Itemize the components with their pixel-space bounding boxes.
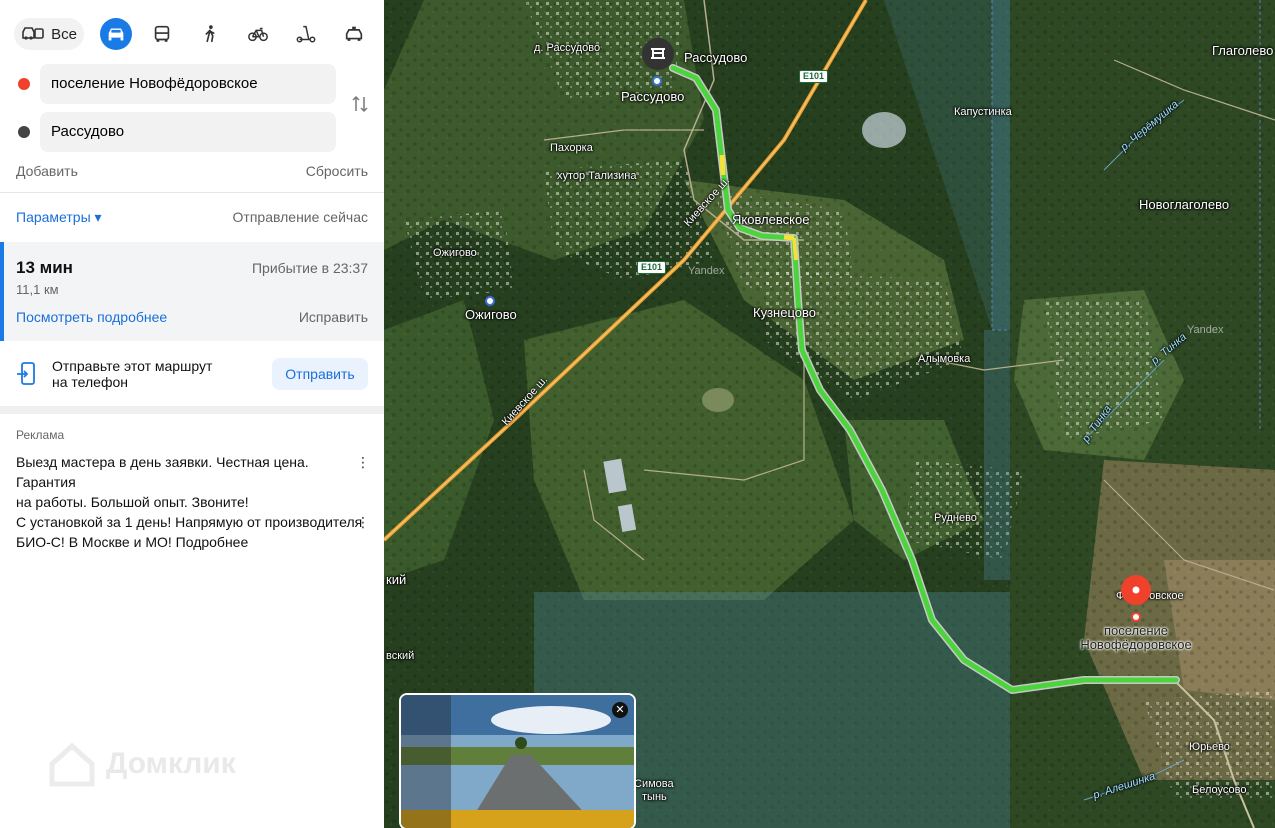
ad-line: Выезд мастера в день заявки. Честная цен…	[16, 454, 309, 490]
map-label: Кузнецово	[753, 305, 816, 320]
map-label: Пахорка	[550, 142, 593, 154]
station-icon[interactable]	[485, 296, 495, 306]
station-icon[interactable]	[652, 76, 662, 86]
bicycle-icon	[248, 27, 268, 42]
to-field[interactable]: Рассудово	[40, 112, 336, 152]
divider	[0, 192, 384, 193]
send-route-line2: на телефон	[52, 374, 128, 390]
start-point-dot	[18, 78, 30, 90]
map-label: Ожигово	[433, 247, 477, 259]
map-label: Капустинка	[954, 106, 1012, 118]
road-shield: E101	[799, 70, 829, 83]
map-label: Руднево	[934, 512, 977, 524]
pedestrian-icon	[205, 25, 215, 43]
send-route-line1: Отправьте этот маршрут	[52, 358, 213, 374]
parameters-dropdown[interactable]: Параметры ▾	[16, 209, 102, 225]
ad-line: БИО-С! В Москве и МО! Подробнее	[16, 534, 249, 550]
watermark-text: Домклик	[106, 747, 236, 780]
ad-label: Реклама	[16, 428, 65, 442]
swap-icon[interactable]	[350, 94, 370, 114]
car-bus-icon	[22, 27, 44, 40]
mode-taxi-button[interactable]	[338, 18, 370, 50]
ad-line: на работы. Большой опыт. Звоните!	[16, 494, 249, 510]
map-label: Белоусово	[1192, 784, 1247, 796]
map-label: Новоглаголево	[1139, 197, 1230, 212]
map-label: вский	[386, 650, 415, 662]
ad-menu-icon[interactable]: ⋮	[356, 514, 370, 531]
domclick-watermark: Домклик	[48, 740, 236, 788]
reset-link[interactable]: Сбросить	[306, 163, 368, 179]
send-route-button[interactable]: Отправить	[272, 358, 368, 390]
route-details-link[interactable]: Посмотреть подробнее	[16, 309, 167, 325]
map-label: Алымовка	[918, 353, 971, 365]
from-field[interactable]: поселение Новофёдоровское	[40, 64, 336, 104]
mode-all-button[interactable]: Все	[14, 18, 84, 50]
route-panel: Все поселение Новофёдоровское Рассудово …	[0, 0, 384, 828]
map-label: Ожигово	[465, 307, 517, 322]
taxi-icon	[345, 26, 363, 41]
route-arrival: Прибытие в 23:37	[251, 260, 368, 276]
map-label: д. Рассудово	[534, 42, 601, 54]
map-label: Рассудово	[621, 89, 685, 104]
map-label: Глаголево	[1212, 43, 1274, 58]
mode-walk-button[interactable]	[194, 18, 226, 50]
mode-all-label: Все	[51, 25, 77, 43]
map-label: хутор Тализина	[557, 170, 637, 182]
map-label: тынь	[642, 791, 667, 803]
section-divider	[0, 406, 384, 414]
ad-item[interactable]: Выезд мастера в день заявки. Честная цен…	[16, 452, 368, 512]
road-shield: E101	[637, 261, 667, 274]
departure-selector[interactable]: Отправление сейчас	[233, 209, 368, 225]
route-fix-link[interactable]: Исправить	[299, 309, 368, 325]
destination-label: поселение Новофёдоровское	[1080, 623, 1192, 652]
route-end-marker[interactable]	[640, 36, 676, 72]
mode-car-button[interactable]	[100, 18, 132, 50]
map-label: Яковлевское	[732, 212, 810, 227]
map-label: Юрьево	[1189, 741, 1230, 753]
phone-send-icon	[17, 362, 35, 385]
mode-scooter-button[interactable]	[290, 18, 322, 50]
mode-bus-button[interactable]	[146, 18, 178, 50]
ad-item[interactable]: С установкой за 1 день! Напрямую от прои…	[16, 512, 368, 552]
route-selected-indicator	[0, 242, 4, 341]
house-logo-icon	[49, 742, 95, 787]
video-preview[interactable]: ✕	[401, 695, 634, 828]
destination-pin-icon[interactable]	[1120, 574, 1152, 624]
transport-modes: Все	[14, 16, 372, 52]
scooter-icon	[296, 25, 316, 43]
end-point-dot	[18, 126, 30, 138]
route-duration: 13 мин	[16, 258, 73, 277]
ad-menu-icon[interactable]: ⋮	[356, 454, 370, 471]
yandex-watermark: Yandex	[1187, 324, 1224, 336]
route-distance: 11,1 км	[16, 282, 59, 297]
mode-bicycle-button[interactable]	[242, 18, 274, 50]
map-label: Симова	[634, 778, 674, 790]
car-icon	[108, 28, 124, 41]
bus-icon	[154, 25, 170, 42]
map-label: кий	[386, 572, 407, 587]
route-option-card[interactable]: 13 мин Прибытие в 23:37 11,1 км Посмотре…	[0, 242, 384, 341]
map-label: Рассудово	[684, 50, 748, 65]
close-video-icon[interactable]: ✕	[612, 702, 628, 718]
ad-line: С установкой за 1 день! Напрямую от прои…	[16, 514, 363, 530]
send-route-text: Отправьте этот маршрут на телефон	[52, 358, 212, 390]
video-frame	[401, 695, 634, 828]
yandex-watermark: Yandex	[688, 265, 725, 277]
add-point-link[interactable]: Добавить	[16, 163, 78, 179]
